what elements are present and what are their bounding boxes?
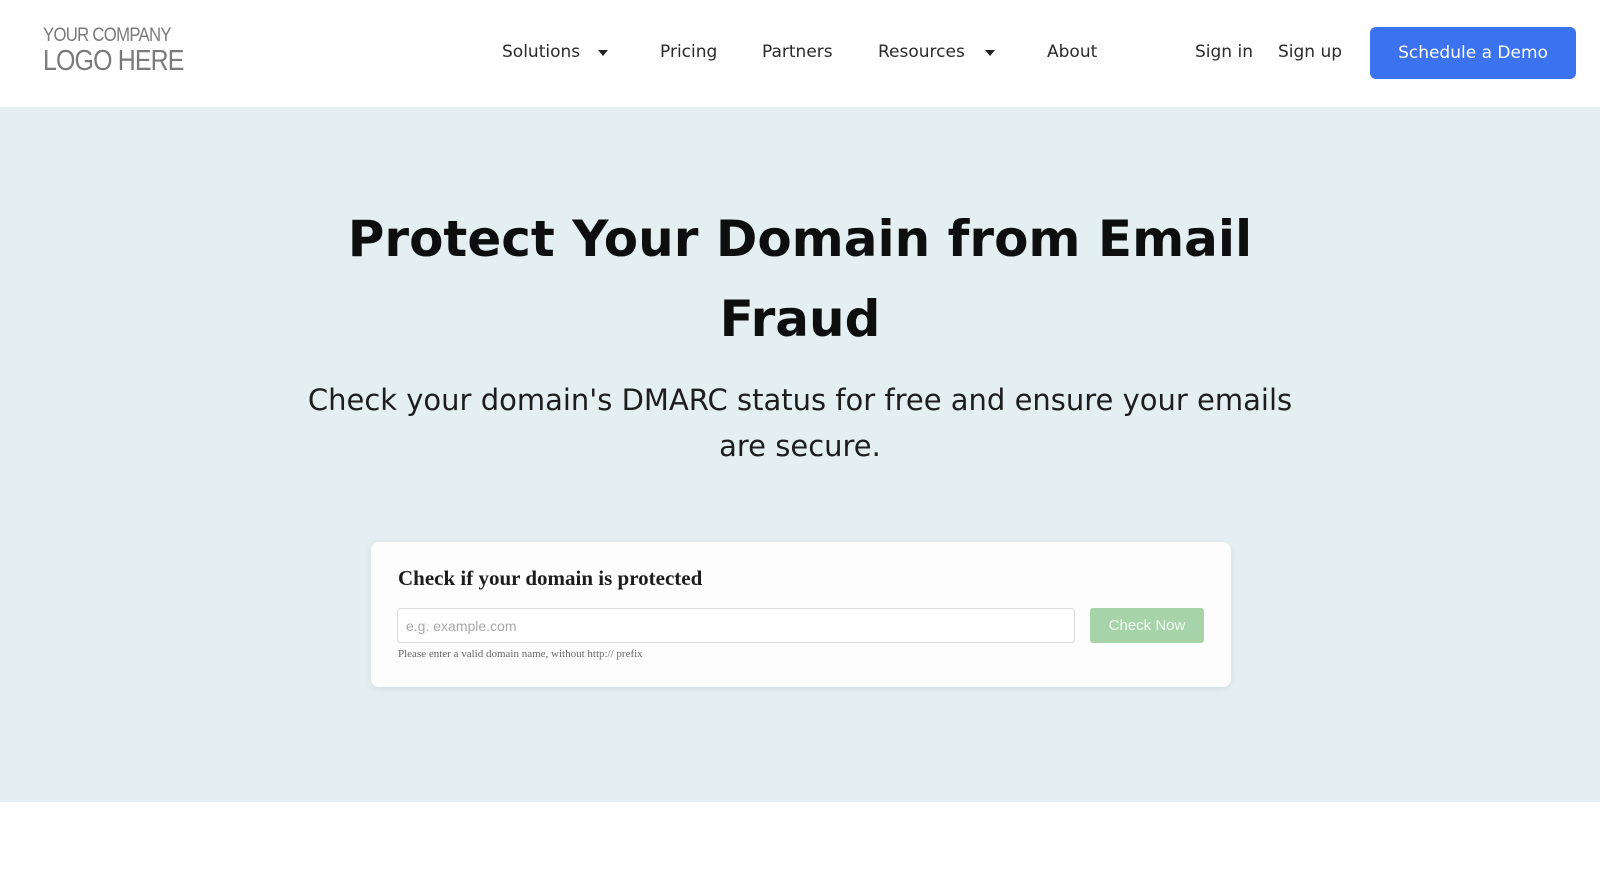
- domain-input[interactable]: [397, 608, 1075, 643]
- hero-title: Protect Your Domain from Email Fraud: [300, 199, 1300, 359]
- hero-subtitle-line-2: are secure.: [719, 429, 881, 463]
- hero-subtitle: Check your domain's DMARC status for fre…: [260, 377, 1340, 469]
- nav-pricing[interactable]: Pricing: [660, 40, 717, 64]
- domain-input-hint: Please enter a valid domain name, withou…: [398, 648, 643, 660]
- sign-in-link[interactable]: Sign in: [1195, 40, 1253, 64]
- hero-section: Protect Your Domain from Email Fraud Che…: [0, 107, 1600, 802]
- nav-solutions[interactable]: Solutions: [502, 40, 580, 64]
- hero-title-line-1: Protect Your Domain from Email: [347, 210, 1253, 268]
- check-now-button[interactable]: Check Now: [1090, 608, 1204, 643]
- solutions-dropdown-icon[interactable]: [598, 50, 608, 56]
- logo-line-2: LOGO HERE: [43, 45, 184, 77]
- hero-subtitle-line-1: Check your domain's DMARC status for fre…: [307, 383, 1293, 417]
- logo-line-1: YOUR COMPANY: [43, 25, 172, 46]
- hero-title-line-2: Fraud: [719, 290, 881, 348]
- domain-check-card: Check if your domain is protected Check …: [371, 542, 1231, 687]
- resources-dropdown-icon[interactable]: [985, 50, 995, 56]
- sign-up-link[interactable]: Sign up: [1278, 40, 1342, 64]
- site-header: YOUR COMPANY LOGO HERE Solutions Pricing…: [0, 0, 1600, 107]
- nav-about[interactable]: About: [1047, 40, 1097, 64]
- schedule-demo-button[interactable]: Schedule a Demo: [1370, 27, 1576, 79]
- nav-resources[interactable]: Resources: [878, 40, 965, 64]
- company-logo[interactable]: YOUR COMPANY LOGO HERE: [43, 25, 184, 77]
- nav-partners[interactable]: Partners: [762, 40, 833, 64]
- domain-check-title: Check if your domain is protected: [398, 566, 703, 590]
